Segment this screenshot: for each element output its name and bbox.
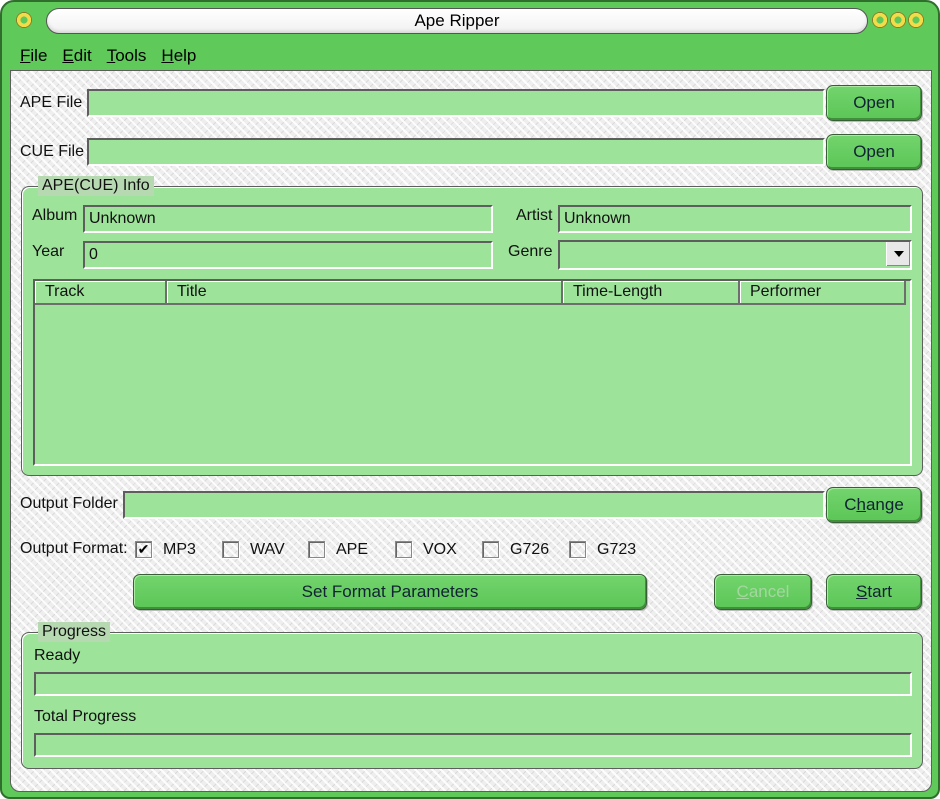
menu-accel: F bbox=[20, 46, 31, 65]
cue-open-button[interactable]: Open bbox=[826, 134, 922, 170]
ape-open-button[interactable]: Open bbox=[826, 85, 922, 121]
current-progress-bar bbox=[34, 672, 912, 696]
cancel-label: ancel bbox=[748, 582, 790, 601]
format-checkbox-vox[interactable] bbox=[395, 541, 412, 558]
menu-label: ile bbox=[30, 46, 48, 65]
column-header-time-length[interactable]: Time-Length bbox=[563, 281, 740, 305]
ape-file-input[interactable] bbox=[87, 89, 825, 117]
format-label-ape[interactable]: APE bbox=[336, 541, 368, 559]
menu-accel: T bbox=[106, 46, 116, 65]
change-label-b: ange bbox=[865, 495, 904, 514]
system-menu-icon[interactable] bbox=[16, 12, 32, 28]
cue-file-input[interactable] bbox=[87, 138, 825, 166]
format-checkbox-g723[interactable] bbox=[569, 541, 586, 558]
menu-help[interactable]: Help bbox=[153, 42, 203, 70]
info-group: APE(CUE) Info Album Unknown Artist Unkno… bbox=[21, 176, 923, 476]
total-progress-label: Total Progress bbox=[34, 708, 137, 725]
ape-file-label: APE File bbox=[20, 94, 83, 111]
window-title: Ape Ripper bbox=[46, 8, 868, 34]
change-folder-button[interactable]: Change bbox=[826, 487, 922, 523]
genre-label: Genre bbox=[508, 243, 553, 260]
change-accel: h bbox=[856, 495, 866, 514]
format-checkbox-ape[interactable] bbox=[308, 541, 325, 558]
cancel-button[interactable]: Cancel bbox=[714, 574, 812, 610]
app-window: Ape Ripper File Edit Tools Help APE File… bbox=[0, 0, 940, 799]
menu-edit[interactable]: Edit bbox=[54, 42, 98, 70]
menu-accel: E bbox=[62, 46, 74, 65]
progress-status-text: Ready bbox=[34, 647, 81, 664]
progress-group-title: Progress bbox=[38, 622, 111, 642]
cancel-accel: C bbox=[736, 582, 749, 601]
info-group-title: APE(CUE) Info bbox=[38, 176, 154, 196]
set-format-parameters-button[interactable]: Set Format Parameters bbox=[133, 574, 647, 610]
format-label-g723[interactable]: G723 bbox=[597, 541, 636, 559]
menu-file[interactable]: File bbox=[12, 42, 54, 70]
track-list[interactable]: Track Title Time-Length Performer bbox=[33, 279, 912, 466]
menu-tools[interactable]: Tools bbox=[99, 42, 154, 70]
start-button[interactable]: Start bbox=[826, 574, 922, 610]
format-label-wav[interactable]: WAV bbox=[250, 541, 285, 559]
chevron-down-icon[interactable] bbox=[886, 242, 910, 266]
format-checkbox-mp3[interactable]: ✔ bbox=[135, 541, 152, 558]
close-icon[interactable] bbox=[908, 12, 924, 28]
output-folder-label: Output Folder bbox=[20, 495, 118, 512]
album-input[interactable]: Unknown bbox=[83, 205, 493, 233]
checkmark-icon: ✔ bbox=[137, 541, 150, 557]
format-label-vox[interactable]: VOX bbox=[423, 541, 457, 559]
title-bar[interactable]: Ape Ripper bbox=[2, 2, 938, 40]
column-header-track[interactable]: Track bbox=[35, 281, 167, 305]
year-input[interactable]: 0 bbox=[83, 241, 493, 269]
format-checkbox-g726[interactable] bbox=[482, 541, 499, 558]
artist-input[interactable]: Unknown bbox=[558, 205, 912, 233]
artist-label: Artist bbox=[516, 207, 553, 224]
output-folder-input[interactable] bbox=[123, 491, 825, 519]
album-label: Album bbox=[32, 207, 78, 224]
start-label: tart bbox=[867, 582, 892, 601]
change-label-a: C bbox=[844, 495, 857, 514]
column-header-title[interactable]: Title bbox=[167, 281, 563, 305]
format-checkbox-wav[interactable] bbox=[222, 541, 239, 558]
menu-label: ools bbox=[115, 46, 147, 65]
minimize-icon[interactable] bbox=[872, 12, 888, 28]
menu-accel: H bbox=[161, 46, 174, 65]
genre-select[interactable] bbox=[558, 240, 912, 270]
cue-file-label: CUE File bbox=[20, 143, 85, 160]
menu-bar: File Edit Tools Help bbox=[12, 42, 203, 70]
track-list-header: Track Title Time-Length Performer bbox=[35, 281, 906, 305]
menu-label: elp bbox=[173, 46, 197, 65]
output-format-label: Output Format: bbox=[20, 540, 128, 557]
format-label-mp3[interactable]: MP3 bbox=[163, 541, 196, 559]
client-area: APE File Open CUE File Open APE(CUE) Inf… bbox=[10, 70, 932, 792]
progress-group: Progress Ready Total Progress bbox=[21, 622, 923, 769]
total-progress-bar bbox=[34, 733, 912, 757]
year-label: Year bbox=[32, 243, 65, 260]
column-header-performer[interactable]: Performer bbox=[740, 281, 906, 305]
start-accel: S bbox=[856, 582, 868, 601]
maximize-icon[interactable] bbox=[890, 12, 906, 28]
format-label-g726[interactable]: G726 bbox=[510, 541, 549, 559]
menu-label: dit bbox=[73, 46, 92, 65]
